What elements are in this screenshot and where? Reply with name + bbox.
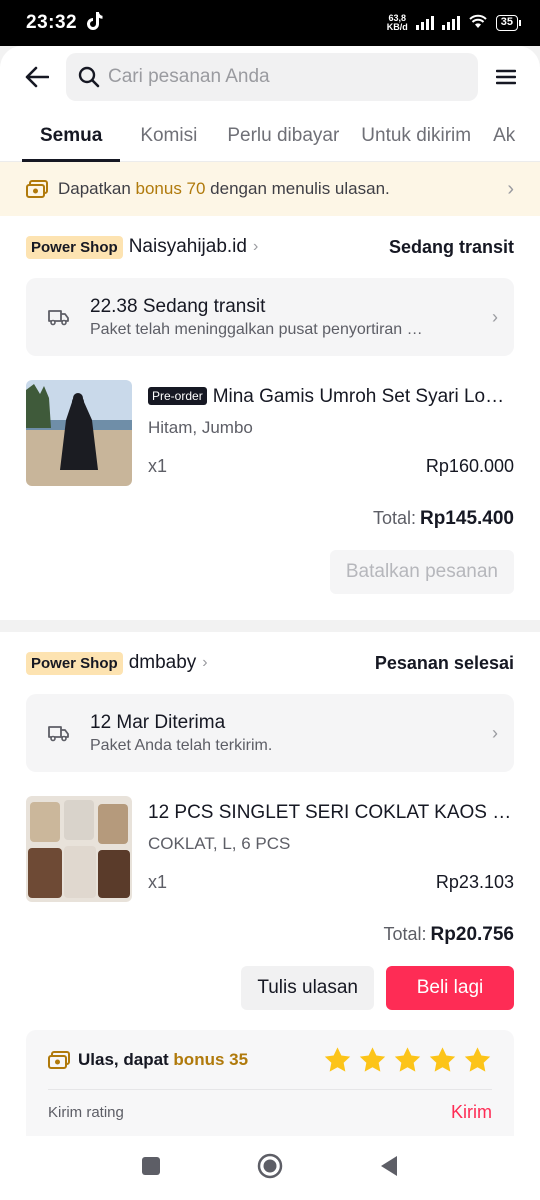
order-status: Sedang transit [388, 236, 514, 257]
chevron-right-icon: › [492, 306, 498, 327]
wifi-icon [468, 13, 488, 34]
circle-icon [257, 1153, 283, 1178]
back-nav-button[interactable] [379, 1155, 399, 1182]
banner-text: Dapatkan bonus 70 dengan menulis ulasan. [58, 179, 390, 198]
arrow-left-icon [25, 66, 49, 88]
shop-name-link[interactable]: Naisyahijab.id [129, 236, 247, 258]
rating-box: Ulas, dapat bonus 35 Kirim rating Kirim [26, 1030, 514, 1150]
product-image [26, 380, 132, 486]
network-speed: 63,8 KB/d [386, 13, 408, 32]
cancel-order-button[interactable]: Batalkan pesanan [329, 550, 514, 594]
product-image [26, 796, 132, 902]
product-row[interactable]: Pre-order Mina Gamis Umroh Set Syari Lo… … [26, 380, 514, 486]
recents-button[interactable] [141, 1156, 161, 1181]
product-qty: x1 [148, 872, 168, 892]
product-price: Rp160.000 [425, 456, 514, 476]
back-button[interactable] [22, 62, 52, 92]
search-icon [78, 66, 100, 88]
tab-perlu-dibayar[interactable]: Perlu dibayar [227, 125, 339, 161]
menu-button[interactable] [492, 63, 520, 91]
star-icon[interactable] [358, 1046, 387, 1074]
square-icon [142, 1156, 160, 1175]
write-review-button[interactable]: Tulis ulasan [241, 966, 374, 1010]
coupon-icon [48, 1050, 70, 1069]
power-shop-badge: Power Shop [26, 235, 123, 259]
product-variant: Hitam, Jumbo [148, 418, 253, 437]
product-variant: COKLAT, L, 6 PCS [148, 834, 291, 853]
triangle-back-icon [381, 1155, 397, 1176]
orders-page: Cari pesanan Anda Semua Komisi Perlu dib… [0, 46, 540, 1200]
shop-row: Power Shop Naisyahijab.id › Sedang trans… [26, 216, 514, 278]
buy-again-button[interactable]: Beli lagi [386, 966, 514, 1010]
top-bar: Cari pesanan Anda [0, 46, 540, 108]
hamburger-icon [496, 69, 516, 85]
shipping-title: 22.38 Sedang transit [90, 295, 266, 317]
preorder-badge: Pre-order [148, 387, 207, 405]
truck-icon [48, 310, 69, 326]
status-bar: 23:32 63,8 KB/d 35 [0, 0, 540, 46]
power-shop-badge: Power Shop [26, 651, 123, 675]
order-status: Pesanan selesai [374, 652, 514, 673]
shop-row: Power Shop dmbaby › Pesanan selesai [26, 632, 514, 694]
tab-komisi[interactable]: Komisi [140, 125, 197, 161]
shop-name-link[interactable]: dmbaby [129, 652, 197, 674]
signal-icon [415, 16, 434, 30]
product-row[interactable]: 12 PCS SINGLET SERI COKLAT KAOS … COKLAT… [26, 796, 514, 902]
status-time: 23:32 [26, 12, 78, 33]
order-tabs: Semua Komisi Perlu dibayar Untuk dikirim… [0, 108, 540, 162]
tab-semua[interactable]: Semua [21, 125, 121, 162]
chevron-right-icon: › [507, 177, 514, 200]
shipping-status-box[interactable]: 22.38 Sedang transit Paket telah meningg… [26, 278, 514, 356]
tab-partial[interactable]: Ak [493, 125, 515, 161]
signal-icon-2 [441, 16, 460, 30]
tab-untuk-dikirim[interactable]: Untuk dikirim [361, 125, 471, 161]
search-placeholder: Cari pesanan Anda [108, 66, 270, 87]
shipping-subtitle: Paket telah meninggalkan pusat penyortir… [90, 320, 423, 338]
truck-icon [48, 726, 69, 742]
order-total: Total: Rp145.400 [372, 508, 514, 529]
star-icon[interactable] [428, 1046, 457, 1074]
order-card: Power Shop Naisyahijab.id › Sedang trans… [0, 216, 540, 620]
chevron-right-icon: › [252, 238, 259, 255]
chevron-right-icon: › [202, 654, 208, 671]
battery-icon: 35 [495, 15, 522, 31]
divider [0, 620, 540, 632]
star-icon[interactable] [323, 1046, 352, 1074]
star-rating[interactable] [323, 1046, 492, 1074]
order-total: Total: Rp20.756 [383, 924, 514, 945]
shipping-subtitle: Paket Anda telah terkirim. [90, 736, 273, 754]
star-icon[interactable] [393, 1046, 422, 1074]
chevron-right-icon: › [492, 722, 498, 743]
product-name: 12 PCS SINGLET SERI COKLAT KAOS … [148, 802, 512, 823]
shipping-title: 12 Mar Diterima [90, 711, 226, 733]
home-button[interactable] [257, 1153, 283, 1184]
shipping-status-box[interactable]: 12 Mar Diterima Paket Anda telah terkiri… [26, 694, 514, 772]
send-rating-button[interactable]: Kirim [451, 1102, 492, 1123]
product-qty: x1 [148, 456, 168, 476]
coupon-icon [26, 180, 48, 198]
tiktok-icon [87, 11, 103, 35]
review-bonus-banner[interactable]: Dapatkan bonus 70 dengan menulis ulasan.… [0, 162, 540, 216]
system-nav-bar [0, 1136, 540, 1200]
rating-bonus-text: Ulas, dapat bonus 35 [78, 1049, 249, 1069]
product-price: Rp23.103 [435, 872, 514, 892]
search-input[interactable]: Cari pesanan Anda [66, 53, 478, 101]
order-card: Power Shop dmbaby › Pesanan selesai 12 M… [0, 632, 540, 1192]
product-name: Pre-order Mina Gamis Umroh Set Syari Lo… [148, 386, 514, 408]
star-icon[interactable] [463, 1046, 492, 1074]
send-rating-label: Kirim rating [48, 1103, 124, 1121]
